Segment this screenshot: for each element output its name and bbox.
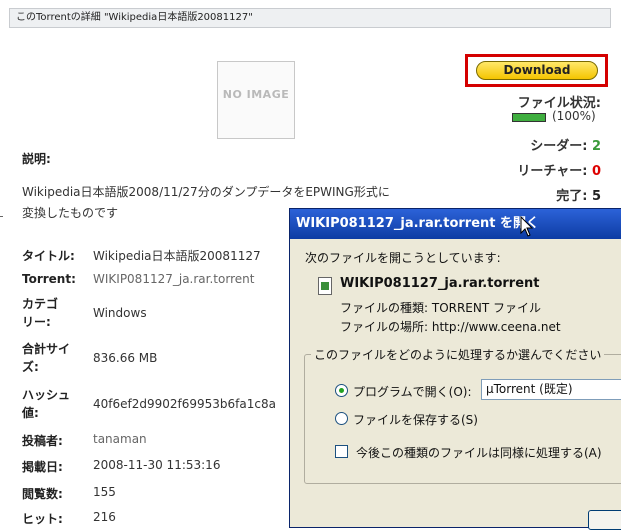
completed-stat: 完了: 5 xyxy=(556,185,601,204)
no-image-placeholder: NO IMAGE xyxy=(217,61,295,139)
seeders-label: シーダー: xyxy=(530,139,588,154)
size-label: 合計サイ ズ: xyxy=(22,340,70,376)
open-with-label[interactable]: プログラムで開く(O): xyxy=(353,383,472,400)
views-value: 155 xyxy=(93,485,116,499)
category-label-line-2: リー: xyxy=(22,315,51,329)
file-status-progress-bar xyxy=(512,113,546,122)
torrent-link[interactable]: WIKIP081127_ja.rar.torrent xyxy=(93,272,254,286)
program-select[interactable]: µTorrent (既定) xyxy=(481,379,621,400)
poster-label: 投稿者: xyxy=(22,434,63,448)
save-file-label[interactable]: ファイルを保存する(S) xyxy=(353,411,478,428)
open-with-radio[interactable] xyxy=(335,384,348,397)
date-value: 2008-11-30 11:53:16 xyxy=(93,458,221,472)
save-file-radio[interactable] xyxy=(335,412,348,425)
dialog-title-bar[interactable]: WIKIP081127_ja.rar.torrent を開く xyxy=(290,209,621,239)
hash-label: ハッシュ 値: xyxy=(22,386,70,422)
hash-label-line-2: 値: xyxy=(22,406,39,420)
leechers-count: 0 xyxy=(591,164,601,179)
open-file-dialog: WIKIP081127_ja.rar.torrent を開く 次のファイルを開こ… xyxy=(289,208,621,528)
size-value: 836.66 MB xyxy=(93,351,158,365)
file-status-percent: (100%) xyxy=(552,109,596,123)
torrent-label: Torrent: xyxy=(22,272,76,286)
hits-label: ヒット: xyxy=(22,512,63,526)
category-label-line-1: カテゴ xyxy=(22,297,59,311)
date-label: 掲載日: xyxy=(22,460,63,474)
leechers-stat: リーチャー: 0 xyxy=(517,160,601,179)
poster-link[interactable]: tanaman xyxy=(93,432,147,446)
seeders-count: 2 xyxy=(591,139,601,154)
hits-value: 216 xyxy=(93,510,116,524)
seeders-stat: シーダー: 2 xyxy=(530,135,601,154)
hash-value: 40f6ef2d9902f69953b6fa1c8a xyxy=(93,397,276,411)
completed-label: 完了: xyxy=(556,189,588,204)
views-label: 閲覧数: xyxy=(22,487,63,501)
description-line-1: Wikipedia日本語版2008/11/27分のダンプデータをEPWING形式… xyxy=(22,185,390,199)
size-label-line-1: 合計サイ xyxy=(22,342,71,356)
dialog-file-type: ファイルの種類: TORRENT ファイル xyxy=(340,301,542,315)
download-highlight: Download xyxy=(465,54,608,87)
dialog-intro: 次のファイルを開こうとしています: xyxy=(305,251,501,265)
dialog-filename: WIKIP081127_ja.rar.torrent xyxy=(340,276,540,291)
remember-label[interactable]: 今後この種類のファイルは同様に処理する(A) xyxy=(356,444,602,461)
margin-tick xyxy=(0,216,3,217)
handling-group-label: このファイルをどのように処理するか選んでください xyxy=(311,346,605,363)
page-title: このTorrentの詳細 "Wikipedia日本語版20081127" xyxy=(9,8,611,28)
size-label-line-2: ズ: xyxy=(22,360,39,374)
progress-fill xyxy=(513,114,545,121)
title-value: Wikipedia日本語版20081127 xyxy=(93,249,261,263)
completed-count: 5 xyxy=(591,189,601,204)
title-label: タイトル: xyxy=(22,249,75,263)
category-label: カテゴ リー: xyxy=(22,295,58,331)
hash-label-line-1: ハッシュ xyxy=(22,388,71,402)
dialog-ok-button[interactable] xyxy=(588,510,621,530)
category-value: Windows xyxy=(93,306,147,320)
download-button[interactable]: Download xyxy=(476,61,598,80)
torrent-file-icon xyxy=(318,277,332,295)
remember-checkbox[interactable] xyxy=(335,445,348,458)
dialog-file-location: ファイルの場所: http://www.ceena.net xyxy=(340,320,561,334)
mouse-cursor-icon xyxy=(520,216,534,237)
leechers-label: リーチャー: xyxy=(517,164,588,179)
description-label: 説明: xyxy=(22,152,51,166)
